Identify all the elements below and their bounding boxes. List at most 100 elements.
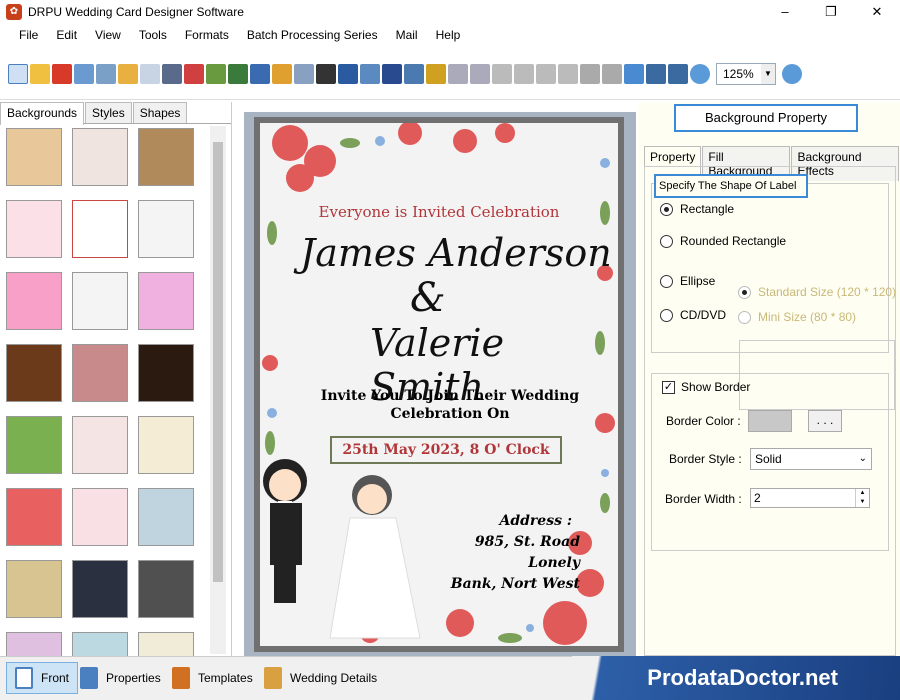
background-thumbnail[interactable] <box>138 560 194 618</box>
paste-icon[interactable] <box>536 63 556 84</box>
border-width-input[interactable]: 2 ▲ ▼ <box>750 488 870 508</box>
delete-icon[interactable] <box>558 63 578 84</box>
line-icon[interactable] <box>404 63 424 84</box>
restore-button[interactable]: ❐ <box>808 0 854 24</box>
menu-mail[interactable]: Mail <box>387 28 427 42</box>
background-thumbnail[interactable] <box>72 416 128 474</box>
background-thumbnail[interactable] <box>72 272 128 330</box>
menu-tools[interactable]: Tools <box>130 28 176 42</box>
background-thumbnail[interactable] <box>138 488 194 546</box>
zoom-select[interactable]: 125% ▼ <box>716 62 776 85</box>
background-thumbnail[interactable] <box>6 272 62 330</box>
tab-shapes[interactable]: Shapes <box>132 102 188 123</box>
background-thumbnail[interactable] <box>138 416 194 474</box>
background-thumbnail[interactable] <box>6 488 62 546</box>
print-preview-icon[interactable] <box>140 63 160 84</box>
send-back-icon[interactable] <box>602 63 622 84</box>
gallery-scrollbar[interactable] <box>210 126 226 654</box>
database-icon[interactable] <box>426 63 446 84</box>
groom-name[interactable]: James Anderson <box>300 231 612 275</box>
radio-icon[interactable] <box>660 234 673 248</box>
print-icon[interactable] <box>162 63 182 84</box>
background-thumbnail[interactable] <box>6 560 62 618</box>
zoom-in-icon[interactable] <box>690 63 710 84</box>
radio-cd-dvd[interactable]: CD/DVD <box>660 308 726 322</box>
background-thumbnail[interactable] <box>6 128 62 186</box>
background-thumbnail[interactable] <box>6 200 62 258</box>
picture-icon[interactable] <box>228 63 248 84</box>
copy-icon[interactable] <box>514 63 534 84</box>
barcode-icon[interactable] <box>316 63 336 84</box>
shapes-icon[interactable] <box>272 63 292 84</box>
save-icon[interactable] <box>74 63 94 84</box>
layers-icon[interactable] <box>184 63 204 84</box>
export-icon[interactable] <box>118 63 138 84</box>
border-color-button[interactable]: . . . <box>808 410 842 432</box>
redo-icon[interactable] <box>470 63 490 84</box>
menu-edit[interactable]: Edit <box>47 28 86 42</box>
background-thumbnail[interactable] <box>72 488 128 546</box>
menu-batch[interactable]: Batch Processing Series <box>238 28 387 42</box>
scrollbar-thumb[interactable] <box>213 142 223 582</box>
word-art-icon[interactable] <box>360 63 380 84</box>
background-thumbnail[interactable] <box>6 416 62 474</box>
front-button[interactable]: Front <box>6 662 79 694</box>
watermark-icon[interactable] <box>294 63 314 84</box>
tab-styles[interactable]: Styles <box>85 102 132 123</box>
radio-selected-icon[interactable] <box>660 202 673 216</box>
new-icon[interactable] <box>8 63 28 84</box>
spinner-arrows-icon[interactable]: ▲ ▼ <box>855 489 869 507</box>
tab-backgrounds[interactable]: Backgrounds <box>0 102 85 125</box>
cut-icon[interactable] <box>492 63 512 84</box>
invite-text[interactable]: Invite You To Join Their Wedding Celebra… <box>300 387 600 423</box>
border-color-swatch[interactable] <box>748 410 792 432</box>
radio-selected-icon[interactable] <box>738 285 751 299</box>
zoom-out-icon[interactable] <box>782 63 802 84</box>
radio-icon[interactable] <box>660 308 673 322</box>
show-border-checkbox[interactable]: ✓ Show Border <box>662 380 750 394</box>
background-thumbnail[interactable] <box>72 560 128 618</box>
properties-button[interactable]: Properties <box>80 663 161 693</box>
menu-file[interactable]: File <box>10 28 47 42</box>
grid-icon[interactable] <box>624 63 644 84</box>
invitation-heading[interactable]: Everyone is Invited Celebration <box>260 203 618 221</box>
radio-mini-size[interactable]: Mini Size (80 * 80) <box>738 310 856 324</box>
background-thumbnail[interactable] <box>72 128 128 186</box>
menu-formats[interactable]: Formats <box>176 28 238 42</box>
radio-icon[interactable] <box>738 310 751 324</box>
text-icon[interactable] <box>338 63 358 84</box>
background-thumbnail[interactable] <box>138 344 194 402</box>
image-icon[interactable] <box>206 63 226 84</box>
background-thumbnail[interactable] <box>72 344 128 402</box>
background-thumbnail[interactable] <box>138 200 194 258</box>
address-text[interactable]: Address : 985, St. Road Lonely Bank, Nor… <box>420 511 580 595</box>
close-file-icon[interactable] <box>52 63 72 84</box>
open-icon[interactable] <box>30 63 50 84</box>
actual-size-icon[interactable] <box>646 63 666 84</box>
border-style-select[interactable]: Solid ⌄ <box>750 448 872 470</box>
signature-icon[interactable] <box>382 63 402 84</box>
date-label[interactable]: 25th May 2023, 8 O' Clock <box>330 436 562 464</box>
radio-icon[interactable] <box>660 274 673 288</box>
close-button[interactable]: ✕ <box>854 0 900 24</box>
menu-view[interactable]: View <box>86 28 130 42</box>
wedding-card[interactable]: Everyone is Invited Celebration James An… <box>260 123 618 646</box>
radio-standard-size[interactable]: Standard Size (120 * 120) <box>738 285 896 299</box>
checkmark-icon[interactable]: ✓ <box>662 380 675 394</box>
chevron-down-icon[interactable]: ▼ <box>761 63 775 84</box>
bring-front-icon[interactable] <box>580 63 600 84</box>
fit-icon[interactable] <box>668 63 688 84</box>
background-thumbnail[interactable] <box>72 200 128 258</box>
menu-help[interactable]: Help <box>427 28 470 42</box>
radio-rounded-rectangle[interactable]: Rounded Rectangle <box>660 234 786 248</box>
pencil-icon[interactable] <box>250 63 270 84</box>
templates-button[interactable]: Templates <box>172 663 253 693</box>
ampersand[interactable]: & <box>410 275 446 321</box>
wedding-details-button[interactable]: Wedding Details <box>264 663 377 693</box>
background-thumbnail[interactable] <box>138 272 194 330</box>
minimize-button[interactable]: – <box>762 0 808 24</box>
undo-icon[interactable] <box>448 63 468 84</box>
radio-rectangle[interactable]: Rectangle <box>660 202 734 216</box>
background-thumbnail[interactable] <box>138 128 194 186</box>
save-as-icon[interactable] <box>96 63 116 84</box>
